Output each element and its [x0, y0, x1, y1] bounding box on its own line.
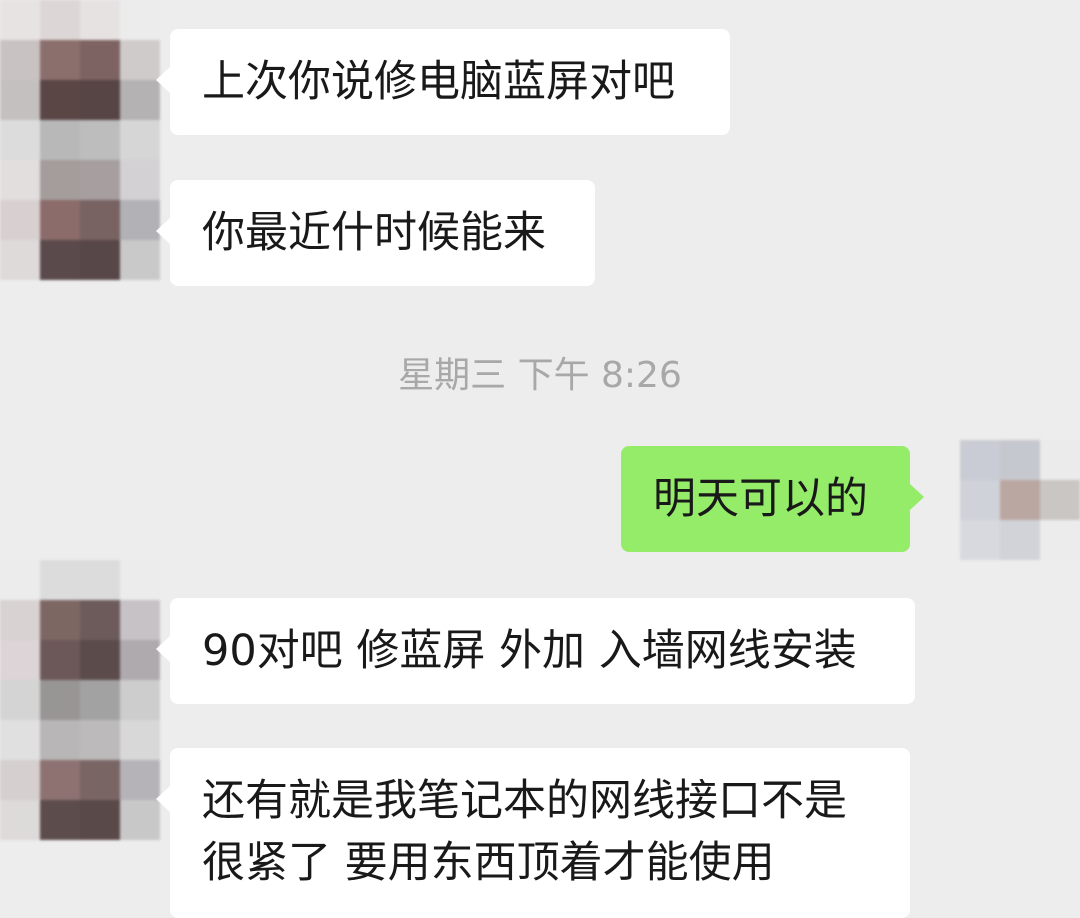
own-avatar[interactable] — [960, 440, 1080, 560]
avatar-pixel — [0, 600, 40, 640]
avatar-pixel — [80, 0, 120, 40]
avatar-pixel — [80, 680, 120, 720]
avatar-pixel — [120, 560, 160, 600]
contact-avatar[interactable] — [0, 560, 160, 840]
avatar-pixel — [0, 200, 40, 240]
avatar-pixel — [120, 0, 160, 40]
avatar-pixel — [120, 120, 160, 160]
avatar-pixel — [0, 80, 40, 120]
avatar-pixel — [1040, 520, 1080, 560]
avatar-pixel — [960, 480, 1000, 520]
avatar-pixel — [0, 720, 40, 760]
message-text: 明天可以的 — [653, 474, 868, 524]
avatar-pixel — [120, 200, 160, 240]
avatar-pixel — [0, 120, 40, 160]
avatar-pixel — [40, 600, 80, 640]
avatar-pixel — [120, 800, 160, 840]
avatar-pixel — [40, 800, 80, 840]
avatar-pixel — [0, 640, 40, 680]
avatar-pixel — [40, 120, 80, 160]
avatar-pixel — [120, 680, 160, 720]
avatar-pixel — [40, 760, 80, 800]
avatar-pixel — [80, 720, 120, 760]
incoming-message-bubble[interactable]: 你最近什时候能来 — [156, 180, 595, 286]
message-timestamp: 星期三 下午 8:26 — [398, 355, 682, 396]
avatar-pixel — [120, 720, 160, 760]
avatar-pixel — [40, 240, 80, 280]
message-text: 上次你说修电脑蓝屏对吧 — [202, 57, 675, 107]
avatar-pixel — [80, 120, 120, 160]
avatar-pixel — [80, 600, 120, 640]
contact-avatar[interactable] — [0, 0, 160, 280]
avatar-pixel — [0, 560, 40, 600]
message-text: 你最近什时候能来 — [202, 208, 546, 258]
avatar-pixel — [960, 520, 1000, 560]
avatar-pixel — [120, 240, 160, 280]
message-text-line: 还有就是我笔记本的网线接口不是 — [202, 776, 847, 826]
avatar-pixel — [0, 680, 40, 720]
avatar-pixel — [80, 560, 120, 600]
avatar-pixel — [40, 680, 80, 720]
avatar-pixel — [40, 160, 80, 200]
avatar-pixel — [1000, 520, 1040, 560]
avatar-pixel — [80, 80, 120, 120]
avatar-pixel — [40, 200, 80, 240]
avatar-pixel — [120, 760, 160, 800]
avatar-pixel — [0, 40, 40, 80]
avatar-pixel — [0, 240, 40, 280]
avatar-pixel — [120, 600, 160, 640]
avatar-pixel — [120, 160, 160, 200]
avatar-pixel — [80, 640, 120, 680]
avatar-pixel — [40, 720, 80, 760]
avatar-pixel — [1040, 440, 1080, 480]
avatar-pixel — [40, 40, 80, 80]
outgoing-message-bubble[interactable]: 明天可以的 — [621, 446, 924, 552]
avatar-pixel — [80, 40, 120, 80]
avatar-pixel — [1000, 440, 1040, 480]
avatar-pixel — [40, 80, 80, 120]
avatar-pixel — [80, 760, 120, 800]
message-text-line: 很紧了 要用东西顶着才能使用 — [202, 838, 775, 888]
chat-view[interactable]: 上次你说修电脑蓝屏对吧 你最近什时候能来 星期三 下午 8:26 明天可以的 9… — [0, 0, 1080, 918]
avatar-pixel — [80, 200, 120, 240]
message-text: 90对吧 修蓝屏 外加 入墙网线安装 — [202, 626, 857, 676]
incoming-message-bubble[interactable]: 90对吧 修蓝屏 外加 入墙网线安装 — [156, 598, 915, 704]
avatar-pixel — [80, 160, 120, 200]
incoming-message-bubble[interactable]: 还有就是我笔记本的网线接口不是 很紧了 要用东西顶着才能使用 — [156, 748, 910, 918]
avatar-pixel — [40, 640, 80, 680]
avatar-pixel — [40, 0, 80, 40]
avatar-pixel — [1000, 480, 1040, 520]
avatar-pixel — [120, 80, 160, 120]
avatar-pixel — [120, 640, 160, 680]
avatar-pixel — [960, 440, 1000, 480]
avatar-pixel — [40, 560, 80, 600]
avatar-pixel — [80, 240, 120, 280]
avatar-pixel — [80, 800, 120, 840]
avatar-pixel — [0, 800, 40, 840]
avatar-pixel — [120, 40, 160, 80]
avatar-pixel — [0, 160, 40, 200]
incoming-message-bubble[interactable]: 上次你说修电脑蓝屏对吧 — [156, 29, 730, 135]
avatar-pixel — [0, 0, 40, 40]
avatar-pixel — [0, 760, 40, 800]
avatar-pixel — [1040, 480, 1080, 520]
